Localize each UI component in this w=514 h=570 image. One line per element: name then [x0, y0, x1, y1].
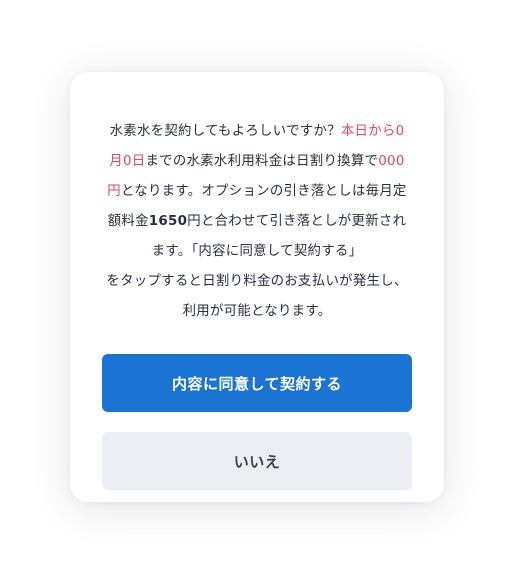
message-text: 額料金	[107, 214, 149, 229]
highlight-date: 月0日	[109, 154, 146, 169]
confirm-dialog: 水素水を契約してもよろしいですか？本日から0 月0日までの水素水利用料金は日割り…	[70, 72, 444, 502]
message-text: となります。オプションの引き落としは毎月定	[120, 184, 407, 199]
highlight-amount: 000	[378, 154, 405, 169]
message-line-7: 利用が可能となります。	[182, 304, 332, 319]
highlight-amount: 円	[107, 184, 121, 199]
message-line-6: をタップすると日割り料金のお支払いが発生し、	[106, 274, 408, 289]
message-line-5: ます。「内容に同意して契約する」	[151, 244, 363, 259]
message-text: 水素水を契約してもよろしいですか？	[109, 124, 341, 139]
message-line-2: 月0日までの水素水利用料金は日割り換算で000	[98, 147, 416, 177]
message-text: 円と合わせて引き落としが更新され	[187, 214, 407, 229]
message-line-4: 額料金1650円と合わせて引き落としが更新され	[98, 207, 416, 237]
message-line-3: 円となります。オプションの引き落としは毎月定	[98, 177, 416, 207]
message-text: までの水素水利用料金は日割り換算で	[145, 154, 379, 169]
agree-and-contract-button[interactable]: 内容に同意して契約する	[102, 354, 412, 412]
no-button[interactable]: いいえ	[102, 432, 412, 490]
dialog-message: 水素水を契約してもよろしいですか？本日から0 月0日までの水素水利用料金は日割り…	[98, 117, 416, 327]
message-line-1: 水素水を契約してもよろしいですか？本日から0	[98, 117, 416, 147]
highlight-date: 本日から0	[340, 124, 405, 139]
monthly-fee: 1650	[148, 214, 188, 229]
